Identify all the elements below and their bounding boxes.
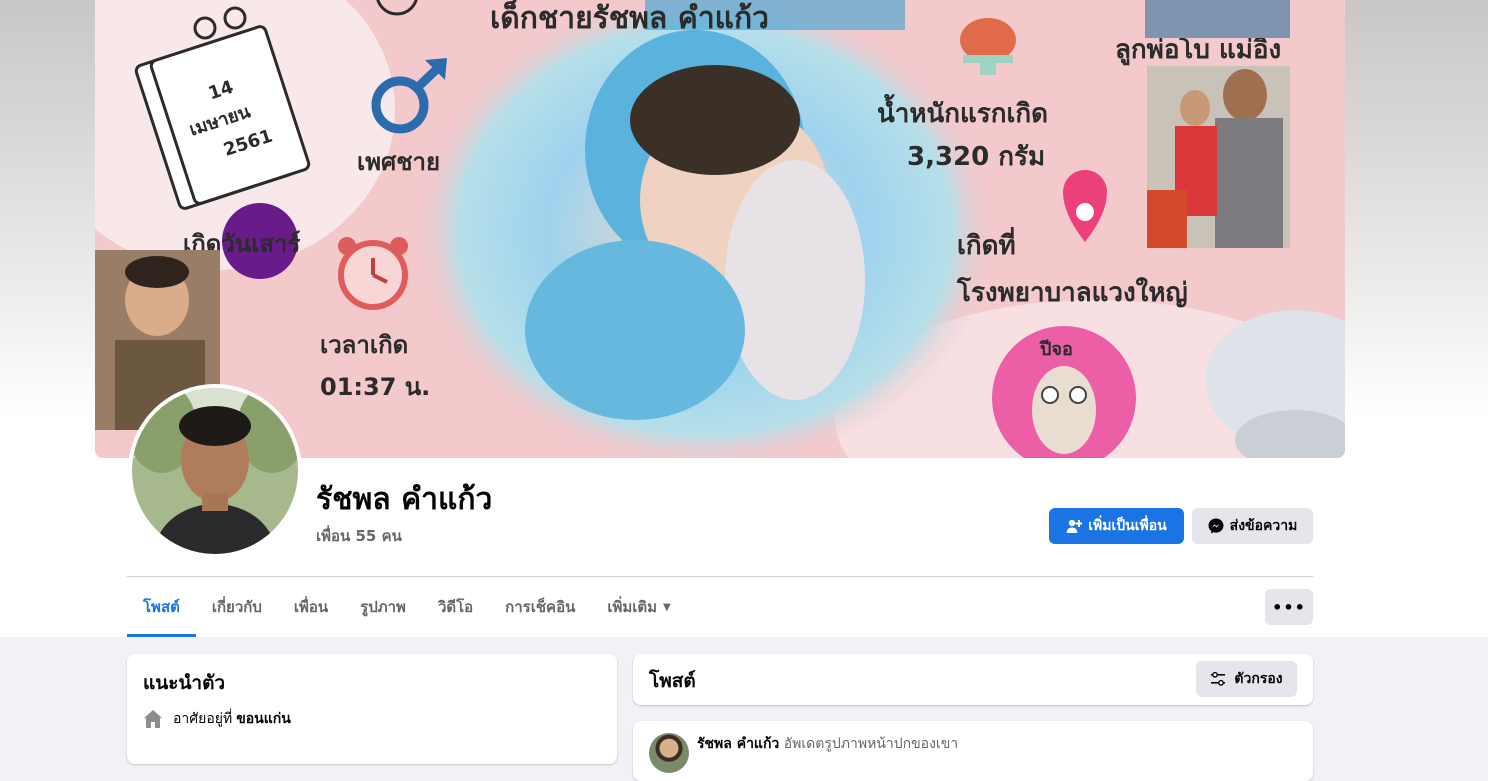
filter-button[interactable]: ตัวกรอง	[1196, 661, 1297, 697]
add-friend-icon	[1066, 518, 1083, 534]
svg-text:01:37 น.: 01:37 น.	[320, 373, 430, 401]
svg-text:เกิดที่: เกิดที่	[957, 226, 1016, 261]
tab-label: เพื่อน	[293, 598, 329, 616]
intro-lives-in: อาศัยอยู่ที่ ขอนแก่น	[143, 708, 291, 730]
tab-videos[interactable]: วิดีโอ	[422, 577, 489, 637]
message-button[interactable]: ส่งข้อความ	[1192, 508, 1313, 544]
profile-avatar[interactable]	[128, 384, 302, 558]
friend-count[interactable]: เพื่อน 55 คน	[316, 524, 402, 548]
post-author-name[interactable]: รัชพล คำแก้ว	[697, 736, 779, 752]
svg-text:น้ำหนักแรกเกิด: น้ำหนักแรกเกิด	[877, 93, 1048, 129]
svg-text:เพศชาย: เพศชาย	[357, 148, 440, 176]
tab-label: เพิ่มเติม	[607, 598, 658, 616]
profile-photo	[132, 388, 298, 554]
svg-text:เด็กชายรัชพล คำแก้ว: เด็กชายรัชพล คำแก้ว	[490, 0, 769, 36]
home-icon	[143, 709, 163, 729]
svg-text:3,320 กรัม: 3,320 กรัม	[907, 142, 1045, 172]
cover-photo[interactable]: 14 เมษายน 2561 เพศชาย เกิดวันเสาร์ เวลาเ…	[95, 0, 1345, 458]
more-dots-icon: •••	[1272, 597, 1306, 617]
caret-down-icon: ▼	[663, 601, 671, 613]
post-action-text: อัพเดตรูปภาพหน้าปกของเขา	[783, 736, 959, 752]
tab-friends[interactable]: เพื่อน	[278, 577, 344, 637]
intro-card: แนะนำตัว อาศัยอยู่ที่ ขอนแก่น	[127, 654, 617, 764]
tab-label: เกี่ยวกับ	[211, 598, 262, 616]
messenger-icon	[1208, 518, 1224, 534]
post-card: รัชพล คำแก้ว อัพเดตรูปภาพหน้าปกของเขา	[633, 721, 1313, 781]
post-header: รัชพล คำแก้ว อัพเดตรูปภาพหน้าปกของเขา	[697, 733, 958, 755]
intro-title: แนะนำตัว	[143, 672, 226, 694]
tab-label: การเช็คอิน	[505, 598, 576, 616]
filter-sliders-icon	[1210, 671, 1226, 687]
tab-more[interactable]: เพิ่มเติม ▼	[591, 577, 686, 637]
tab-label: โพสต์	[143, 598, 180, 616]
post-author-avatar[interactable]	[649, 733, 689, 773]
svg-text:โรงพยาบาลแวงใหญ่: โรงพยาบาลแวงใหญ่	[956, 276, 1188, 308]
tab-photos[interactable]: รูปภาพ	[344, 577, 422, 637]
tab-checkins[interactable]: การเช็คอิน	[489, 577, 591, 637]
posts-title: โพสต์	[649, 670, 696, 692]
tab-label: รูปภาพ	[360, 598, 406, 616]
profile-name: รัชพล คำแก้ว	[316, 482, 493, 517]
profile-tabs: โพสต์ เกี่ยวกับ เพื่อน รูปภาพ วิดีโอ การ…	[127, 577, 687, 637]
cover-artwork: 14 เมษายน 2561 เพศชาย เกิดวันเสาร์ เวลาเ…	[95, 0, 1345, 458]
tab-posts[interactable]: โพสต์	[127, 577, 196, 637]
message-label: ส่งข้อความ	[1229, 518, 1298, 534]
alarm-clock-icon	[338, 237, 408, 310]
lives-in-value[interactable]: ขอนแก่น	[236, 708, 291, 730]
posts-header-card: โพสต์ ตัวกรอง	[633, 654, 1313, 705]
add-friend-label: เพิ่มเป็นเพื่อน	[1088, 518, 1167, 534]
tab-about[interactable]: เกี่ยวกับ	[196, 577, 278, 637]
lives-in-prefix: อาศัยอยู่ที่	[173, 711, 233, 727]
svg-text:ปีจอ: ปีจอ	[1039, 339, 1073, 360]
add-friend-button[interactable]: เพิ่มเป็นเพื่อน	[1049, 508, 1184, 544]
svg-text:เวลาเกิด: เวลาเกิด	[320, 331, 408, 359]
tab-label: วิดีโอ	[437, 598, 474, 616]
filter-label: ตัวกรอง	[1234, 671, 1283, 687]
more-options-button[interactable]: •••	[1265, 589, 1313, 625]
